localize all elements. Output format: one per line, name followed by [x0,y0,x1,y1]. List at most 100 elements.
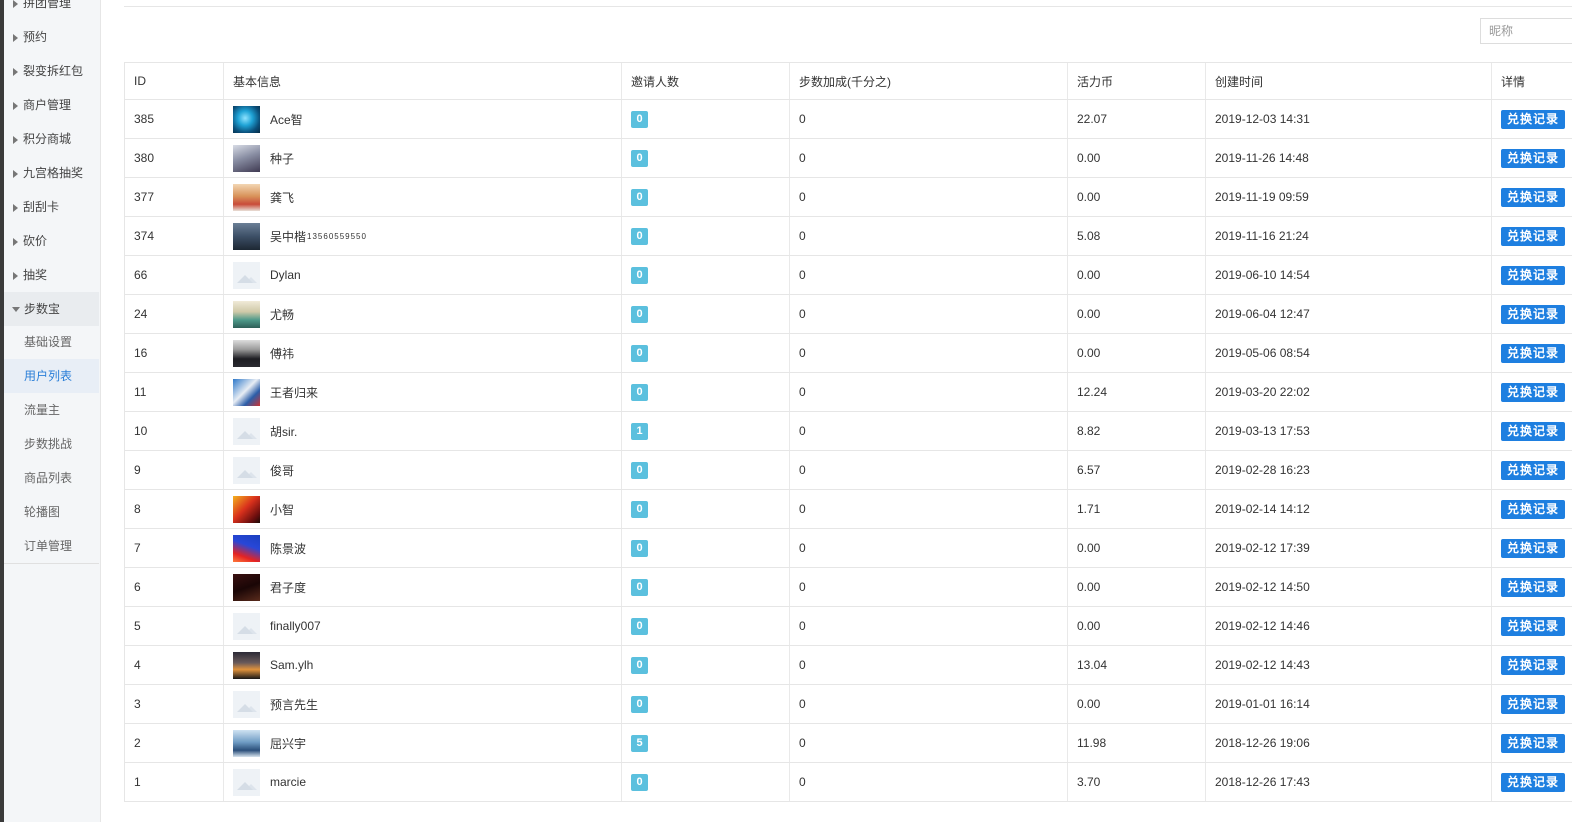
invites-badge: 0 [631,110,648,128]
table-row: 2 屈兴宇 5 0 11.98 2018-12-26 19:06 兑换记录 [124,723,1572,763]
nickname: 预言先生 [270,697,319,712]
avatar [233,300,260,328]
avatar [233,456,260,484]
exchange-records-button[interactable]: 兑换记录 [1501,460,1566,480]
header-created-time: 创建时间 [1205,62,1492,100]
sidebar-subitem[interactable]: 流量主 [4,393,99,427]
details-cell: 兑换记录 [1491,606,1572,646]
exchange-records-button[interactable]: 兑换记录 [1501,226,1566,246]
nickname-search-input[interactable] [1480,18,1572,44]
exchange-records-button[interactable]: 兑换记录 [1501,772,1566,792]
table-row: 380 种子 0 0 0.00 2019-11-26 14:48 兑换记录 [124,138,1572,178]
details-cell: 兑换记录 [1491,528,1572,568]
table-row: 8 小智 0 0 1.71 2019-02-14 14:12 兑换记录 [124,489,1572,529]
sidebar-item-label: 积分商城 [23,132,72,146]
table-row: 1 marcie 0 0 3.70 2018-12-26 17:43 兑换记录 [124,762,1572,802]
exchange-records-button[interactable]: 兑换记录 [1501,694,1566,714]
user-id-cell: 8 [124,489,224,529]
exchange-records-button[interactable]: 兑换记录 [1501,616,1566,636]
exchange-records-button[interactable]: 兑换记录 [1501,538,1566,558]
invites-badge: 0 [631,227,648,245]
sidebar-item[interactable]: 砍价 [4,224,99,258]
basic-info-cell: Dylan [223,255,622,295]
created-time-cell: 2019-03-13 17:53 [1205,411,1492,451]
table-row: 385 Ace智 0 0 22.07 2019-12-03 14:31 兑换记录 [124,99,1572,139]
exchange-records-button[interactable]: 兑换记录 [1501,187,1566,207]
details-cell: 兑换记录 [1491,645,1572,685]
step-bonus-cell: 0 [789,372,1068,412]
sidebar-subitem[interactable]: 轮播图 [4,495,99,529]
exchange-records-button[interactable]: 兑换记录 [1501,343,1566,363]
exchange-records-button[interactable]: 兑换记录 [1501,109,1566,129]
exchange-records-button[interactable]: 兑换记录 [1501,655,1566,675]
exchange-records-button[interactable]: 兑换记录 [1501,733,1566,753]
sidebar-subitem[interactable]: 用户列表 [4,359,99,393]
table-row: 4 Sam.ylh 0 0 13.04 2019-02-12 14:43 兑换记录 [124,645,1572,685]
table-row: 66 Dylan 0 0 0.00 2019-06-10 14:54 兑换记录 [124,255,1572,295]
sidebar-subitem[interactable]: 商品列表 [4,461,99,495]
sidebar-item[interactable]: 裂变拆红包 [4,54,99,88]
user-info: 君子度 [233,573,621,601]
table-row: 9 俊哥 0 0 6.57 2019-02-28 16:23 兑换记录 [124,450,1572,490]
sidebar-item[interactable]: 刮刮卡 [4,190,99,224]
user-id-cell: 1 [124,762,224,802]
exchange-records-button[interactable]: 兑换记录 [1501,304,1566,324]
basic-info-cell: 傅祎 [223,333,622,373]
sidebar-subitem[interactable]: 基础设置 [4,325,99,359]
coins-cell: 0.00 [1067,606,1206,646]
invites-cell: 0 [621,450,790,490]
nickname: finally007 [270,619,321,633]
sidebar-item[interactable]: 步数宝 [4,292,99,326]
details-cell: 兑换记录 [1491,138,1572,178]
exchange-records-button[interactable]: 兑换记录 [1501,382,1566,402]
basic-info-cell: 尤畅 [223,294,622,334]
user-id-cell: 385 [124,99,224,139]
sidebar-item[interactable]: 九宫格抽奖 [4,156,99,190]
invites-cell: 0 [621,567,790,607]
exchange-records-button[interactable]: 兑换记录 [1501,265,1566,285]
avatar [233,495,260,523]
coins-cell: 0.00 [1067,684,1206,724]
invites-cell: 0 [621,333,790,373]
user-info: Dylan [233,261,621,289]
invites-badge: 0 [631,773,648,791]
invites-badge: 0 [631,656,648,674]
nickname: 君子度 [270,580,307,595]
details-cell: 兑换记录 [1491,294,1572,334]
details-cell: 兑换记录 [1491,684,1572,724]
step-bonus-cell: 0 [789,177,1068,217]
avatar [233,183,260,211]
sidebar-item[interactable]: 商户管理 [4,88,99,122]
step-bonus-cell: 0 [789,684,1068,724]
nickname: 陈景波 [270,541,307,556]
exchange-records-button[interactable]: 兑换记录 [1501,577,1566,597]
created-time-cell: 2019-02-14 14:12 [1205,489,1492,529]
sidebar-item[interactable]: 预约 [4,20,99,54]
sidebar-item-label: 商户管理 [23,98,72,112]
invites-cell: 0 [621,528,790,568]
sidebar-subitem[interactable]: 步数挑战 [4,427,99,461]
exchange-records-button[interactable]: 兑换记录 [1501,148,1566,168]
table-row: 374 吴中楷 13560559550 0 0 5.08 2019-11-16 21:24 兑… [124,216,1572,256]
avatar [233,417,260,445]
basic-info-cell: Ace智 [223,99,622,139]
sidebar-item[interactable]: 积分商城 [4,122,99,156]
basic-info-cell: 俊哥 [223,450,622,490]
details-cell: 兑换记录 [1491,333,1572,373]
user-info: 屈兴宇 [233,729,621,757]
avatar [233,339,260,367]
exchange-records-button[interactable]: 兑换记录 [1501,421,1566,441]
coins-cell: 11.98 [1067,723,1206,763]
sidebar-item-label: 步数宝 [24,302,61,316]
nickname: 龚飞 [270,190,295,205]
table-row: 7 陈景波 0 0 0.00 2019-02-12 17:39 兑换记录 [124,528,1572,568]
sidebar-item[interactable]: 抽奖 [4,258,99,292]
user-info: Sam.ylh [233,651,621,679]
nickname: 傅祎 [270,346,295,361]
exchange-records-button[interactable]: 兑换记录 [1501,499,1566,519]
sidebar-subitem[interactable]: 订单管理 [4,529,99,563]
avatar [233,651,260,679]
details-cell: 兑换记录 [1491,450,1572,490]
avatar [233,534,260,562]
sidebar-item[interactable]: 拼团管理 [4,0,99,20]
